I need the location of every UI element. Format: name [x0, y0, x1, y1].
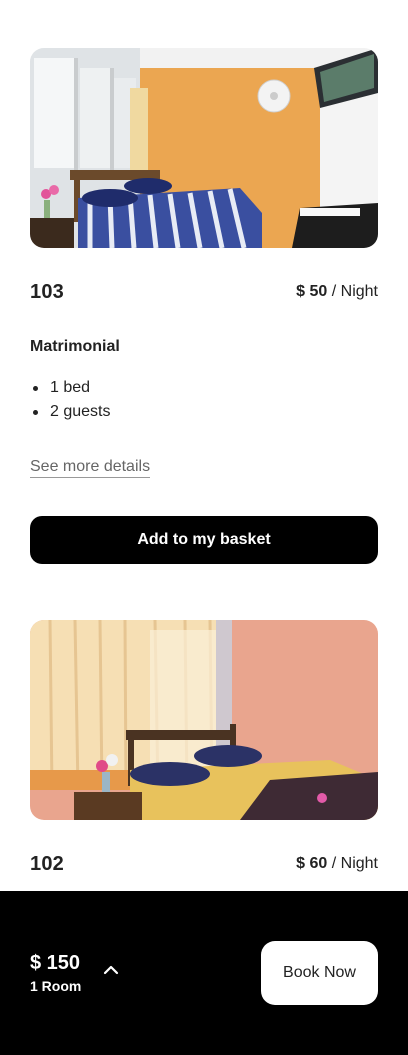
room-price-unit: / Night: [331, 283, 378, 300]
basket-summary-bar: $ 150 1 Room Book Now: [0, 891, 408, 1055]
room-card: 103 $ 50 / Night Matrimonial 1 bed 2 gue…: [30, 48, 378, 568]
room-photo[interactable]: [30, 48, 378, 248]
basket-total: $ 150 1 Room: [30, 951, 81, 995]
room-price-unit: / Night: [331, 855, 378, 872]
add-to-basket-button[interactable]: Add to my basket: [30, 516, 378, 564]
feature-item: 1 bed: [30, 376, 110, 400]
room-price-amount: $ 60: [296, 855, 328, 872]
basket-room-count: 1 Room: [30, 978, 82, 994]
room-number: 103: [30, 280, 64, 303]
see-more-details-link[interactable]: See more details: [30, 458, 151, 478]
room-title-row: 102 $ 60 / Night: [30, 849, 378, 879]
room-type: Matrimonial: [30, 338, 120, 355]
room-features: 1 bed 2 guests: [30, 376, 110, 424]
room-selection-page: 103 $ 50 / Night Matrimonial 1 bed 2 gue…: [0, 0, 408, 1055]
room-title-row: 103 $ 50 / Night: [30, 277, 378, 307]
book-now-button[interactable]: Book Now: [261, 941, 378, 1005]
chevron-up-icon[interactable]: [102, 963, 120, 977]
room-number: 102: [30, 852, 64, 875]
room-price-amount: $ 50: [296, 283, 328, 300]
basket-total-amount: $ 150: [30, 952, 81, 974]
room-photo[interactable]: [30, 620, 378, 820]
room-price: $ 60 / Night: [296, 855, 378, 873]
room-card: 102 $ 60 / Night: [30, 620, 378, 900]
feature-item: 2 guests: [30, 400, 110, 424]
room-price: $ 50 / Night: [296, 283, 378, 301]
